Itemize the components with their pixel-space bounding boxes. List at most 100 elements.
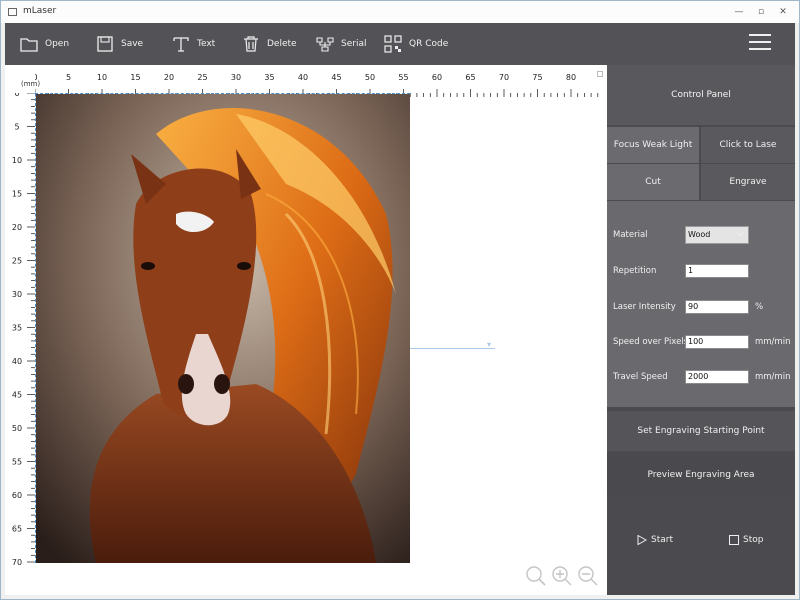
stop-label: Stop [743, 535, 764, 545]
open-button[interactable]: Open [19, 33, 69, 55]
stop-button[interactable]: Stop [729, 535, 763, 545]
serial-button[interactable]: Serial [315, 33, 366, 55]
ruler-top-label: 70 [499, 73, 509, 82]
laser-intensity-label: Laser Intensity [613, 302, 676, 312]
horse-image[interactable] [35, 93, 410, 563]
stop-icon [729, 535, 739, 545]
zoom-out-icon[interactable] [577, 565, 599, 587]
ruler-left: 0 5 10 15 20 25 30 35 40 45 50 55 60 65 70 [12, 93, 35, 567]
control-panel: Control Panel Focus Weak Light Click to … [607, 65, 795, 595]
minimize-button[interactable]: — [729, 4, 749, 18]
trash-icon [244, 36, 258, 52]
guide-line [410, 348, 495, 349]
app-window: mLaser — ▫ ✕ Open Save Text Delete Seria… [0, 0, 800, 600]
ruler-left-label: 0 [14, 93, 19, 98]
laser-intensity-row: Laser Intensity 90 % [613, 300, 791, 316]
ruler-top-label: 25 [197, 73, 207, 82]
material-label: Material [613, 230, 648, 240]
ruler-left-label: 20 [12, 223, 22, 232]
save-label: Save [121, 39, 144, 49]
ruler-top-label: 15 [130, 73, 140, 82]
ruler-left-label: 30 [12, 290, 22, 299]
ruler-top-label: 75 [532, 73, 542, 82]
material-row: Material Wood ⌵ [613, 226, 791, 244]
title-bar: mLaser — ▫ ✕ [1, 1, 799, 23]
travel-speed-unit: mm/min [755, 372, 791, 382]
speed-label: Speed over Pixels [613, 337, 689, 347]
start-stop-row: Start Stop [607, 521, 795, 561]
laser-intensity-input[interactable]: 90 [685, 300, 749, 314]
parameters-section: Material Wood ⌵ Repetition 1 Laser Inten… [607, 201, 795, 407]
folder-icon [20, 38, 38, 52]
guide-arrow-icon: ▾ [487, 340, 492, 349]
ruler-left-label: 70 [12, 558, 22, 567]
ruler-top-label: 40 [298, 73, 308, 82]
save-icon [97, 36, 113, 52]
ruler-left-label: 55 [12, 458, 22, 467]
zoom-in-icon[interactable] [551, 565, 573, 587]
chevron-down-icon: ⌵ [737, 229, 744, 239]
window-title: mLaser [23, 6, 57, 16]
ruler-left-label: 25 [12, 257, 22, 266]
ruler-top-label: 50 [365, 73, 375, 82]
set-starting-point-button[interactable]: Set Engraving Starting Point [607, 411, 795, 451]
open-label: Open [45, 39, 70, 49]
window-controls: — ▫ ✕ [729, 4, 793, 18]
toolbar: Open Save Text Delete Serial QR Code [5, 23, 795, 65]
restore-button[interactable]: ▫ [751, 4, 771, 18]
close-button[interactable]: ✕ [773, 4, 793, 18]
text-icon [173, 37, 189, 52]
ruler-left-label: 35 [12, 324, 22, 333]
canvas-area[interactable]: (mm) 05101520253035404550556065707580 05… [5, 65, 607, 595]
ruler-top-label: 5 [66, 73, 71, 82]
serial-label: Serial [341, 39, 367, 49]
ruler-left-label: 10 [12, 156, 22, 165]
play-icon [637, 535, 647, 545]
zoom-controls [525, 565, 599, 587]
text-button[interactable]: Text [171, 33, 215, 55]
start-label: Start [651, 535, 673, 545]
horse-photo-art [36, 94, 410, 563]
ruler-top-label: 10 [97, 73, 107, 82]
menu-icon[interactable] [749, 34, 771, 52]
ruler-left-label: 65 [12, 525, 22, 534]
control-panel-title[interactable]: Control Panel [607, 65, 795, 125]
engrave-tab[interactable]: Engrave [701, 164, 795, 200]
repetition-input[interactable]: 1 [685, 264, 749, 278]
text-label: Text [197, 39, 216, 49]
ruler-top-label: 45 [331, 73, 341, 82]
material-value: Wood [688, 230, 711, 239]
travel-speed-row: Travel Speed 2000 mm/min [613, 370, 791, 386]
repetition-label: Repetition [613, 266, 657, 276]
delete-button[interactable]: Delete [241, 33, 297, 55]
qr-code-label: QR Code [409, 39, 449, 49]
zoom-fit-icon[interactable] [525, 565, 547, 587]
start-button[interactable]: Start [637, 535, 673, 545]
ruler-top-label: 55 [398, 73, 408, 82]
ruler-top-label: 20 [164, 73, 174, 82]
repetition-row: Repetition 1 [613, 264, 791, 280]
delete-label: Delete [267, 39, 297, 49]
save-button[interactable]: Save [95, 33, 143, 55]
material-select[interactable]: Wood ⌵ [685, 226, 749, 244]
qr-code-icon [384, 35, 402, 53]
preview-area-button[interactable]: Preview Engraving Area [607, 455, 795, 495]
focus-weak-light-button[interactable]: Focus Weak Light [607, 127, 699, 163]
ruler-left-label: 60 [12, 491, 22, 500]
ruler-left-label: 5 [14, 123, 19, 132]
speed-input[interactable]: 100 [685, 335, 749, 349]
ruler-left-label: 15 [12, 190, 22, 199]
qr-code-button[interactable]: QR Code [383, 33, 448, 55]
serial-icon [316, 37, 334, 52]
travel-speed-input[interactable]: 2000 [685, 370, 749, 384]
cut-tab[interactable]: Cut [607, 164, 699, 200]
speed-unit: mm/min [755, 337, 791, 347]
app-icon [8, 8, 17, 16]
ruler-left-label: 45 [12, 391, 22, 400]
ruler-left-label: 50 [12, 424, 22, 433]
speed-row: Speed over Pixels 100 mm/min [613, 335, 791, 351]
ruler-top-label: 0 [35, 73, 38, 82]
click-to-lase-button[interactable]: Click to Lase [701, 127, 795, 163]
ruler-top-label: 30 [231, 73, 241, 82]
ruler-top-label: 80 [566, 73, 576, 82]
